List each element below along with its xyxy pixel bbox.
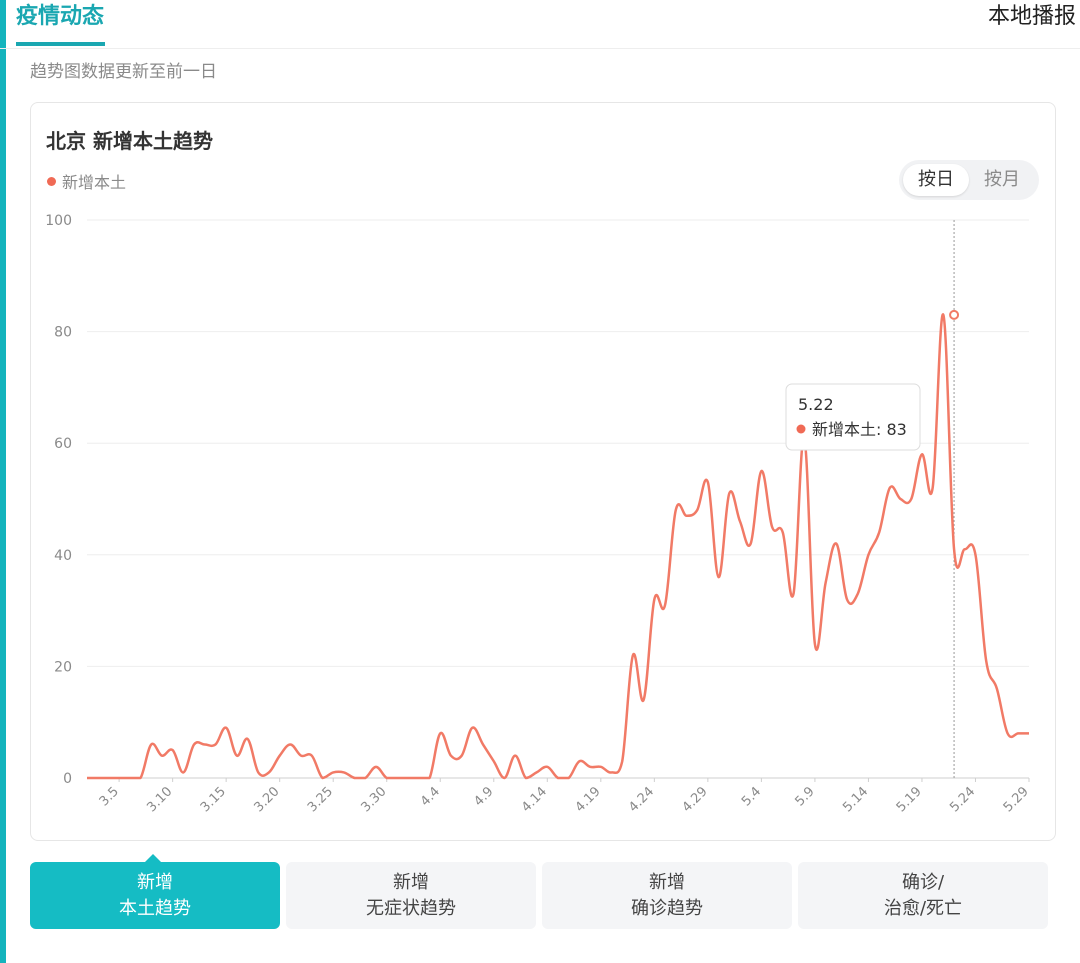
y-tick-label: 100 xyxy=(45,213,72,229)
x-tick-label: 3.10 xyxy=(144,784,175,815)
tooltip-box xyxy=(785,383,921,451)
x-tick-label: 5.9 xyxy=(793,784,818,809)
x-tick-label: 3.5 xyxy=(97,784,122,809)
bottom-tab-bar: 新增 本土趋势 新增 无症状趋势 新增 确诊趋势 确诊/ 治愈/死亡 xyxy=(30,862,1050,929)
x-tick-label: 4.4 xyxy=(418,784,443,809)
x-tick-label: 3.20 xyxy=(251,784,282,815)
x-tick-label: 4.24 xyxy=(626,784,657,815)
left-accent-bar xyxy=(0,0,6,963)
y-tick-label: 60 xyxy=(54,436,72,452)
tooltip-date: 5.22 xyxy=(798,395,834,414)
tab-confirmed-cured-death[interactable]: 确诊/ 治愈/死亡 xyxy=(798,862,1048,929)
x-tick-label: 5.14 xyxy=(840,784,871,815)
x-tick-label: 3.30 xyxy=(358,784,389,815)
chart-card: 北京 新增本土趋势 新增本土 按日 按月 0 20 40 60 80 100 3.5 3.10… xyxy=(30,102,1056,841)
local-report-link[interactable]: 本地播报 xyxy=(988,0,1076,34)
tooltip: 5.22 新增本土: 83 xyxy=(785,383,921,451)
y-tick-label: 20 xyxy=(54,659,72,675)
tab-new-asymptomatic-trend[interactable]: 新增 无症状趋势 xyxy=(286,862,536,929)
tooltip-dot-icon xyxy=(796,424,806,434)
update-note: 趋势图数据更新至前一日 xyxy=(30,62,217,82)
header: 疫情动态 本地播报 xyxy=(0,0,1080,49)
x-tick-label: 5.24 xyxy=(947,784,978,815)
tab-label-line2: 无症状趋势 xyxy=(366,897,456,919)
x-tick-label: 4.19 xyxy=(573,784,604,815)
y-tick-label: 40 xyxy=(54,548,72,564)
x-tick-label: 4.14 xyxy=(519,784,550,815)
y-tick-label: 0 xyxy=(63,771,72,787)
tab-label-line1: 新增 xyxy=(137,871,173,893)
x-tick-label: 4.9 xyxy=(471,784,496,809)
x-tick-label: 3.25 xyxy=(305,784,336,815)
tab-label-line2: 治愈/死亡 xyxy=(883,897,963,919)
active-tab-underline xyxy=(16,42,105,46)
tab-label-line1: 新增 xyxy=(649,871,685,893)
tab-new-local-trend[interactable]: 新增 本土趋势 xyxy=(30,862,280,929)
tab-label-line1: 确诊/ xyxy=(901,871,945,893)
tab-label-line2: 确诊趋势 xyxy=(631,897,703,919)
tab-label-line1: 新增 xyxy=(393,871,429,893)
x-tick-label: 5.19 xyxy=(894,784,925,815)
tab-epidemic-dynamics[interactable]: 疫情动态 xyxy=(16,0,104,46)
active-tab-caret xyxy=(145,854,161,862)
line-chart[interactable]: 0 20 40 60 80 100 3.5 3.10 3.15 3.20 3.25 3.30 4.4 4.… xyxy=(31,103,1055,840)
y-tick-label: 80 xyxy=(54,325,72,341)
x-tick-label: 3.15 xyxy=(198,784,229,815)
highlighted-data-point xyxy=(949,309,960,320)
x-tick-label: 4.29 xyxy=(680,784,711,815)
x-tick-label: 5.4 xyxy=(739,784,764,809)
tooltip-value: 新增本土: 83 xyxy=(812,420,907,439)
tab-label-line2: 本土趋势 xyxy=(119,897,191,919)
x-tick-label: 5.29 xyxy=(1001,784,1032,815)
tab-new-confirmed-trend[interactable]: 新增 确诊趋势 xyxy=(542,862,792,929)
